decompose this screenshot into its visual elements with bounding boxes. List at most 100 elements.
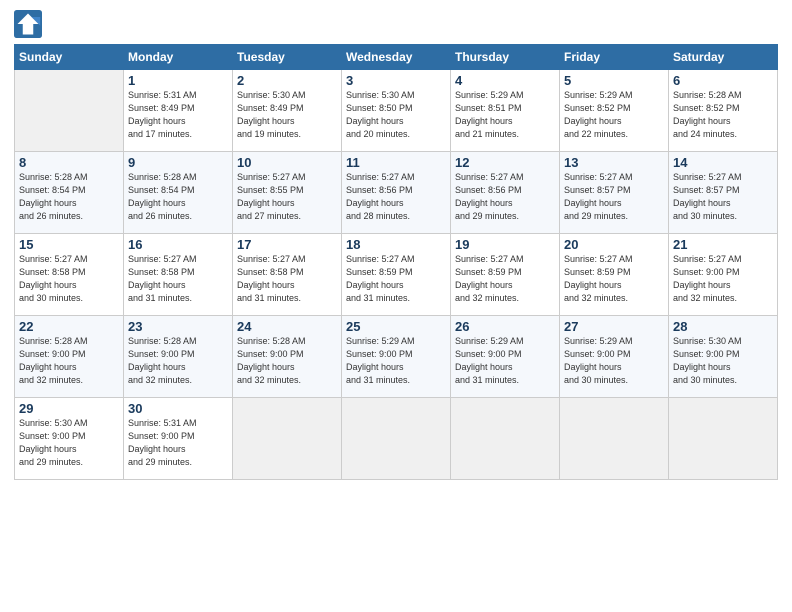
calendar-cell xyxy=(451,398,560,480)
calendar-cell: 23Sunrise: 5:28 AMSunset: 9:00 PMDayligh… xyxy=(124,316,233,398)
day-number: 8 xyxy=(19,155,119,170)
calendar-cell: 10Sunrise: 5:27 AMSunset: 8:55 PMDayligh… xyxy=(233,152,342,234)
calendar-cell: 20Sunrise: 5:27 AMSunset: 8:59 PMDayligh… xyxy=(560,234,669,316)
calendar-cell: 29Sunrise: 5:30 AMSunset: 9:00 PMDayligh… xyxy=(15,398,124,480)
calendar-cell xyxy=(15,70,124,152)
day-number: 16 xyxy=(128,237,228,252)
day-info: Sunrise: 5:28 AMSunset: 8:54 PMDaylight … xyxy=(128,171,228,223)
calendar-week-row: 8Sunrise: 5:28 AMSunset: 8:54 PMDaylight… xyxy=(15,152,778,234)
day-info: Sunrise: 5:27 AMSunset: 8:56 PMDaylight … xyxy=(346,171,446,223)
day-number: 20 xyxy=(564,237,664,252)
calendar-week-row: 22Sunrise: 5:28 AMSunset: 9:00 PMDayligh… xyxy=(15,316,778,398)
day-info: Sunrise: 5:28 AMSunset: 9:00 PMDaylight … xyxy=(128,335,228,387)
day-number: 9 xyxy=(128,155,228,170)
calendar-cell: 12Sunrise: 5:27 AMSunset: 8:56 PMDayligh… xyxy=(451,152,560,234)
day-number: 3 xyxy=(346,73,446,88)
calendar-cell xyxy=(233,398,342,480)
calendar-cell: 2Sunrise: 5:30 AMSunset: 8:49 PMDaylight… xyxy=(233,70,342,152)
weekday-header-saturday: Saturday xyxy=(669,45,778,70)
day-info: Sunrise: 5:27 AMSunset: 8:58 PMDaylight … xyxy=(19,253,119,305)
day-number: 2 xyxy=(237,73,337,88)
day-number: 27 xyxy=(564,319,664,334)
calendar-cell: 3Sunrise: 5:30 AMSunset: 8:50 PMDaylight… xyxy=(342,70,451,152)
day-number: 15 xyxy=(19,237,119,252)
day-number: 28 xyxy=(673,319,773,334)
calendar-cell: 19Sunrise: 5:27 AMSunset: 8:59 PMDayligh… xyxy=(451,234,560,316)
calendar-cell: 9Sunrise: 5:28 AMSunset: 8:54 PMDaylight… xyxy=(124,152,233,234)
day-number: 12 xyxy=(455,155,555,170)
weekday-header-sunday: Sunday xyxy=(15,45,124,70)
day-info: Sunrise: 5:29 AMSunset: 8:52 PMDaylight … xyxy=(564,89,664,141)
calendar-cell: 8Sunrise: 5:28 AMSunset: 8:54 PMDaylight… xyxy=(15,152,124,234)
day-number: 13 xyxy=(564,155,664,170)
weekday-header-thursday: Thursday xyxy=(451,45,560,70)
calendar-cell: 6Sunrise: 5:28 AMSunset: 8:52 PMDaylight… xyxy=(669,70,778,152)
day-info: Sunrise: 5:27 AMSunset: 8:59 PMDaylight … xyxy=(564,253,664,305)
header xyxy=(14,10,778,38)
logo-icon xyxy=(14,10,42,38)
day-info: Sunrise: 5:27 AMSunset: 8:59 PMDaylight … xyxy=(455,253,555,305)
day-number: 10 xyxy=(237,155,337,170)
day-info: Sunrise: 5:29 AMSunset: 9:00 PMDaylight … xyxy=(346,335,446,387)
weekday-header-monday: Monday xyxy=(124,45,233,70)
weekday-header-wednesday: Wednesday xyxy=(342,45,451,70)
day-info: Sunrise: 5:27 AMSunset: 9:00 PMDaylight … xyxy=(673,253,773,305)
calendar-cell: 24Sunrise: 5:28 AMSunset: 9:00 PMDayligh… xyxy=(233,316,342,398)
day-info: Sunrise: 5:29 AMSunset: 9:00 PMDaylight … xyxy=(455,335,555,387)
calendar-cell: 11Sunrise: 5:27 AMSunset: 8:56 PMDayligh… xyxy=(342,152,451,234)
calendar-cell: 27Sunrise: 5:29 AMSunset: 9:00 PMDayligh… xyxy=(560,316,669,398)
day-number: 5 xyxy=(564,73,664,88)
day-number: 4 xyxy=(455,73,555,88)
calendar-cell: 30Sunrise: 5:31 AMSunset: 9:00 PMDayligh… xyxy=(124,398,233,480)
day-info: Sunrise: 5:27 AMSunset: 8:57 PMDaylight … xyxy=(673,171,773,223)
calendar-week-row: 1Sunrise: 5:31 AMSunset: 8:49 PMDaylight… xyxy=(15,70,778,152)
day-info: Sunrise: 5:27 AMSunset: 8:58 PMDaylight … xyxy=(237,253,337,305)
day-number: 18 xyxy=(346,237,446,252)
day-info: Sunrise: 5:27 AMSunset: 8:56 PMDaylight … xyxy=(455,171,555,223)
calendar-cell: 22Sunrise: 5:28 AMSunset: 9:00 PMDayligh… xyxy=(15,316,124,398)
day-info: Sunrise: 5:30 AMSunset: 8:49 PMDaylight … xyxy=(237,89,337,141)
calendar-cell: 21Sunrise: 5:27 AMSunset: 9:00 PMDayligh… xyxy=(669,234,778,316)
day-info: Sunrise: 5:28 AMSunset: 8:54 PMDaylight … xyxy=(19,171,119,223)
day-info: Sunrise: 5:30 AMSunset: 8:50 PMDaylight … xyxy=(346,89,446,141)
day-number: 17 xyxy=(237,237,337,252)
calendar-cell xyxy=(342,398,451,480)
calendar-table: SundayMondayTuesdayWednesdayThursdayFrid… xyxy=(14,44,778,480)
day-number: 30 xyxy=(128,401,228,416)
weekday-header-row: SundayMondayTuesdayWednesdayThursdayFrid… xyxy=(15,45,778,70)
calendar-cell: 5Sunrise: 5:29 AMSunset: 8:52 PMDaylight… xyxy=(560,70,669,152)
day-number: 24 xyxy=(237,319,337,334)
day-number: 6 xyxy=(673,73,773,88)
day-info: Sunrise: 5:27 AMSunset: 8:59 PMDaylight … xyxy=(346,253,446,305)
calendar-cell: 15Sunrise: 5:27 AMSunset: 8:58 PMDayligh… xyxy=(15,234,124,316)
calendar-cell: 4Sunrise: 5:29 AMSunset: 8:51 PMDaylight… xyxy=(451,70,560,152)
weekday-header-tuesday: Tuesday xyxy=(233,45,342,70)
day-info: Sunrise: 5:30 AMSunset: 9:00 PMDaylight … xyxy=(19,417,119,469)
day-number: 23 xyxy=(128,319,228,334)
day-number: 11 xyxy=(346,155,446,170)
day-info: Sunrise: 5:29 AMSunset: 9:00 PMDaylight … xyxy=(564,335,664,387)
day-info: Sunrise: 5:28 AMSunset: 9:00 PMDaylight … xyxy=(237,335,337,387)
calendar-cell: 25Sunrise: 5:29 AMSunset: 9:00 PMDayligh… xyxy=(342,316,451,398)
day-info: Sunrise: 5:31 AMSunset: 9:00 PMDaylight … xyxy=(128,417,228,469)
calendar-cell xyxy=(560,398,669,480)
page-container: SundayMondayTuesdayWednesdayThursdayFrid… xyxy=(0,0,792,490)
day-number: 1 xyxy=(128,73,228,88)
calendar-cell: 16Sunrise: 5:27 AMSunset: 8:58 PMDayligh… xyxy=(124,234,233,316)
day-info: Sunrise: 5:31 AMSunset: 8:49 PMDaylight … xyxy=(128,89,228,141)
day-number: 22 xyxy=(19,319,119,334)
calendar-cell: 28Sunrise: 5:30 AMSunset: 9:00 PMDayligh… xyxy=(669,316,778,398)
day-number: 21 xyxy=(673,237,773,252)
day-info: Sunrise: 5:27 AMSunset: 8:55 PMDaylight … xyxy=(237,171,337,223)
day-info: Sunrise: 5:27 AMSunset: 8:57 PMDaylight … xyxy=(564,171,664,223)
day-info: Sunrise: 5:29 AMSunset: 8:51 PMDaylight … xyxy=(455,89,555,141)
weekday-header-friday: Friday xyxy=(560,45,669,70)
calendar-cell: 17Sunrise: 5:27 AMSunset: 8:58 PMDayligh… xyxy=(233,234,342,316)
calendar-week-row: 15Sunrise: 5:27 AMSunset: 8:58 PMDayligh… xyxy=(15,234,778,316)
day-info: Sunrise: 5:30 AMSunset: 9:00 PMDaylight … xyxy=(673,335,773,387)
calendar-cell xyxy=(669,398,778,480)
day-info: Sunrise: 5:27 AMSunset: 8:58 PMDaylight … xyxy=(128,253,228,305)
calendar-cell: 13Sunrise: 5:27 AMSunset: 8:57 PMDayligh… xyxy=(560,152,669,234)
day-info: Sunrise: 5:28 AMSunset: 9:00 PMDaylight … xyxy=(19,335,119,387)
calendar-cell: 18Sunrise: 5:27 AMSunset: 8:59 PMDayligh… xyxy=(342,234,451,316)
